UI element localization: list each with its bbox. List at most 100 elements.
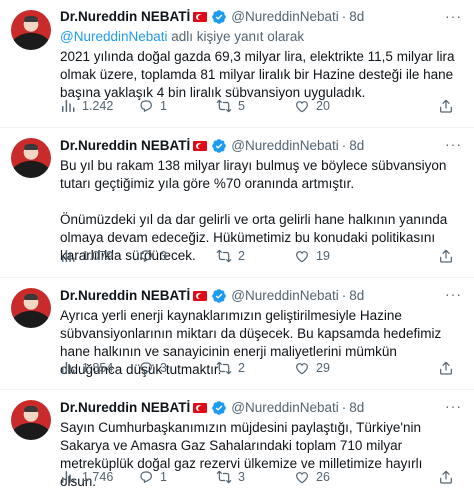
retweet-count: 5 xyxy=(238,99,245,113)
reply-button[interactable]: 1 xyxy=(138,98,216,114)
avatar[interactable] xyxy=(11,400,51,440)
more-options-icon[interactable]: ··· xyxy=(445,8,462,24)
retweet-count: 3 xyxy=(238,470,245,484)
author-name[interactable]: Dr.Nureddin NEBATİ xyxy=(60,399,190,417)
tweet-actions: 1.746 1 3 26 xyxy=(60,468,454,486)
like-count: 29 xyxy=(316,361,330,375)
views-icon xyxy=(62,471,75,483)
retweet-count: 2 xyxy=(238,249,245,263)
more-options-icon[interactable]: ··· xyxy=(445,398,462,414)
reply-button[interactable]: 3 xyxy=(138,248,216,264)
retweet-button[interactable]: 2 xyxy=(216,248,294,264)
reply-icon xyxy=(140,362,152,375)
tweet-actions: 1.242 1 5 20 xyxy=(60,97,454,115)
timestamp[interactable]: 8d xyxy=(349,287,364,305)
retweet-icon xyxy=(216,361,232,375)
author-name[interactable]: Dr.Nureddin NEBATİ xyxy=(60,287,190,305)
views-button[interactable]: 1.079 xyxy=(60,248,138,264)
like-icon xyxy=(296,363,308,375)
reply-button[interactable]: 1 xyxy=(138,469,216,485)
avatar[interactable] xyxy=(11,10,51,50)
like-icon xyxy=(296,251,308,263)
tweet[interactable]: Dr.Nureddin NEBATİ @NureddinNebati · 8d … xyxy=(0,278,474,390)
views-icon xyxy=(62,100,75,112)
tweet-thread: Dr.Nureddin NEBATİ @NureddinNebati · 8d … xyxy=(0,0,474,499)
tweet-paragraph: Bu yıl bu rakam 138 milyar lirayı bulmuş… xyxy=(60,158,447,191)
like-button[interactable]: 20 xyxy=(294,98,372,114)
author-name[interactable]: Dr.Nureddin NEBATİ xyxy=(60,8,190,26)
tweet-header: Dr.Nureddin NEBATİ @NureddinNebati · 8d xyxy=(60,137,464,155)
avatar[interactable] xyxy=(11,288,51,328)
like-button[interactable]: 29 xyxy=(294,360,372,376)
reply-count: 3 xyxy=(160,249,167,263)
more-options-icon[interactable]: ··· xyxy=(445,136,462,152)
tweet-header: Dr.Nureddin NEBATİ @NureddinNebati · 8d xyxy=(60,287,464,305)
reply-icon xyxy=(140,250,152,263)
views-icon xyxy=(62,362,75,374)
separator-dot: · xyxy=(341,400,347,415)
separator-dot: · xyxy=(341,138,347,153)
tweet[interactable]: Dr.Nureddin NEBATİ @NureddinNebati · 8d … xyxy=(0,390,474,498)
views-button[interactable]: 1.242 xyxy=(60,98,138,114)
like-count: 19 xyxy=(316,249,330,263)
retweet-button[interactable]: 3 xyxy=(216,469,294,485)
share-icon xyxy=(440,361,452,375)
retweet-button[interactable]: 2 xyxy=(216,360,294,376)
retweet-icon xyxy=(216,249,232,263)
tweet-text: 2021 yılında doğal gazda 69,3 milyar lir… xyxy=(60,48,460,102)
like-button[interactable]: 26 xyxy=(294,469,372,485)
separator-dot: · xyxy=(341,9,347,24)
like-count: 20 xyxy=(316,99,330,113)
retweet-button[interactable]: 5 xyxy=(216,98,294,114)
views-count: 1.746 xyxy=(82,470,114,484)
share-button[interactable] xyxy=(438,248,454,264)
retweet-count: 2 xyxy=(238,361,245,375)
reply-to-handle[interactable]: @NureddinNebati xyxy=(60,29,168,44)
verified-badge-icon xyxy=(211,288,227,304)
author-name[interactable]: Dr.Nureddin NEBATİ xyxy=(60,137,190,155)
reply-count: 1 xyxy=(160,99,167,113)
tweet-actions: 1.854 3 2 29 xyxy=(60,359,454,377)
views-count: 1.854 xyxy=(82,361,114,375)
reply-count: 1 xyxy=(160,470,167,484)
share-icon xyxy=(440,249,452,263)
views-button[interactable]: 1.746 xyxy=(60,469,138,485)
reply-count: 3 xyxy=(160,361,167,375)
author-handle[interactable]: @NureddinNebati xyxy=(231,8,339,26)
turkish-flag-icon xyxy=(193,291,208,301)
share-icon xyxy=(440,470,452,484)
timestamp[interactable]: 8d xyxy=(349,399,364,417)
reply-context: @NureddinNebati adlı kişiye yanıt olarak xyxy=(60,28,464,46)
share-button[interactable] xyxy=(438,469,454,485)
turkish-flag-icon xyxy=(193,141,208,151)
timestamp[interactable]: 8d xyxy=(349,137,364,155)
avatar[interactable] xyxy=(11,138,51,178)
share-button[interactable] xyxy=(438,98,454,114)
separator-dot: · xyxy=(341,288,347,303)
like-icon xyxy=(296,101,308,113)
tweet-header: Dr.Nureddin NEBATİ @NureddinNebati · 8d xyxy=(60,8,464,26)
timestamp[interactable]: 8d xyxy=(349,8,364,26)
views-button[interactable]: 1.854 xyxy=(60,360,138,376)
views-count: 1.242 xyxy=(82,99,114,113)
share-icon xyxy=(440,99,452,113)
author-handle[interactable]: @NureddinNebati xyxy=(231,137,339,155)
turkish-flag-icon xyxy=(193,403,208,413)
views-count: 1.079 xyxy=(82,249,114,263)
like-button[interactable]: 19 xyxy=(294,248,372,264)
reply-icon xyxy=(140,100,152,113)
reply-to-label: adlı kişiye yanıt olarak xyxy=(167,29,305,44)
tweet-header: Dr.Nureddin NEBATİ @NureddinNebati · 8d xyxy=(60,399,464,417)
retweet-icon xyxy=(216,470,232,484)
author-handle[interactable]: @NureddinNebati xyxy=(231,399,339,417)
more-options-icon[interactable]: ··· xyxy=(445,286,462,302)
tweet[interactable]: Dr.Nureddin NEBATİ @NureddinNebati · 8d … xyxy=(0,0,474,128)
tweet[interactable]: Dr.Nureddin NEBATİ @NureddinNebati · 8d … xyxy=(0,128,474,278)
reply-button[interactable]: 3 xyxy=(138,360,216,376)
verified-badge-icon xyxy=(211,400,227,416)
like-icon xyxy=(296,472,308,484)
views-icon xyxy=(62,250,75,262)
share-button[interactable] xyxy=(438,360,454,376)
author-handle[interactable]: @NureddinNebati xyxy=(231,287,339,305)
verified-badge-icon xyxy=(211,9,227,25)
